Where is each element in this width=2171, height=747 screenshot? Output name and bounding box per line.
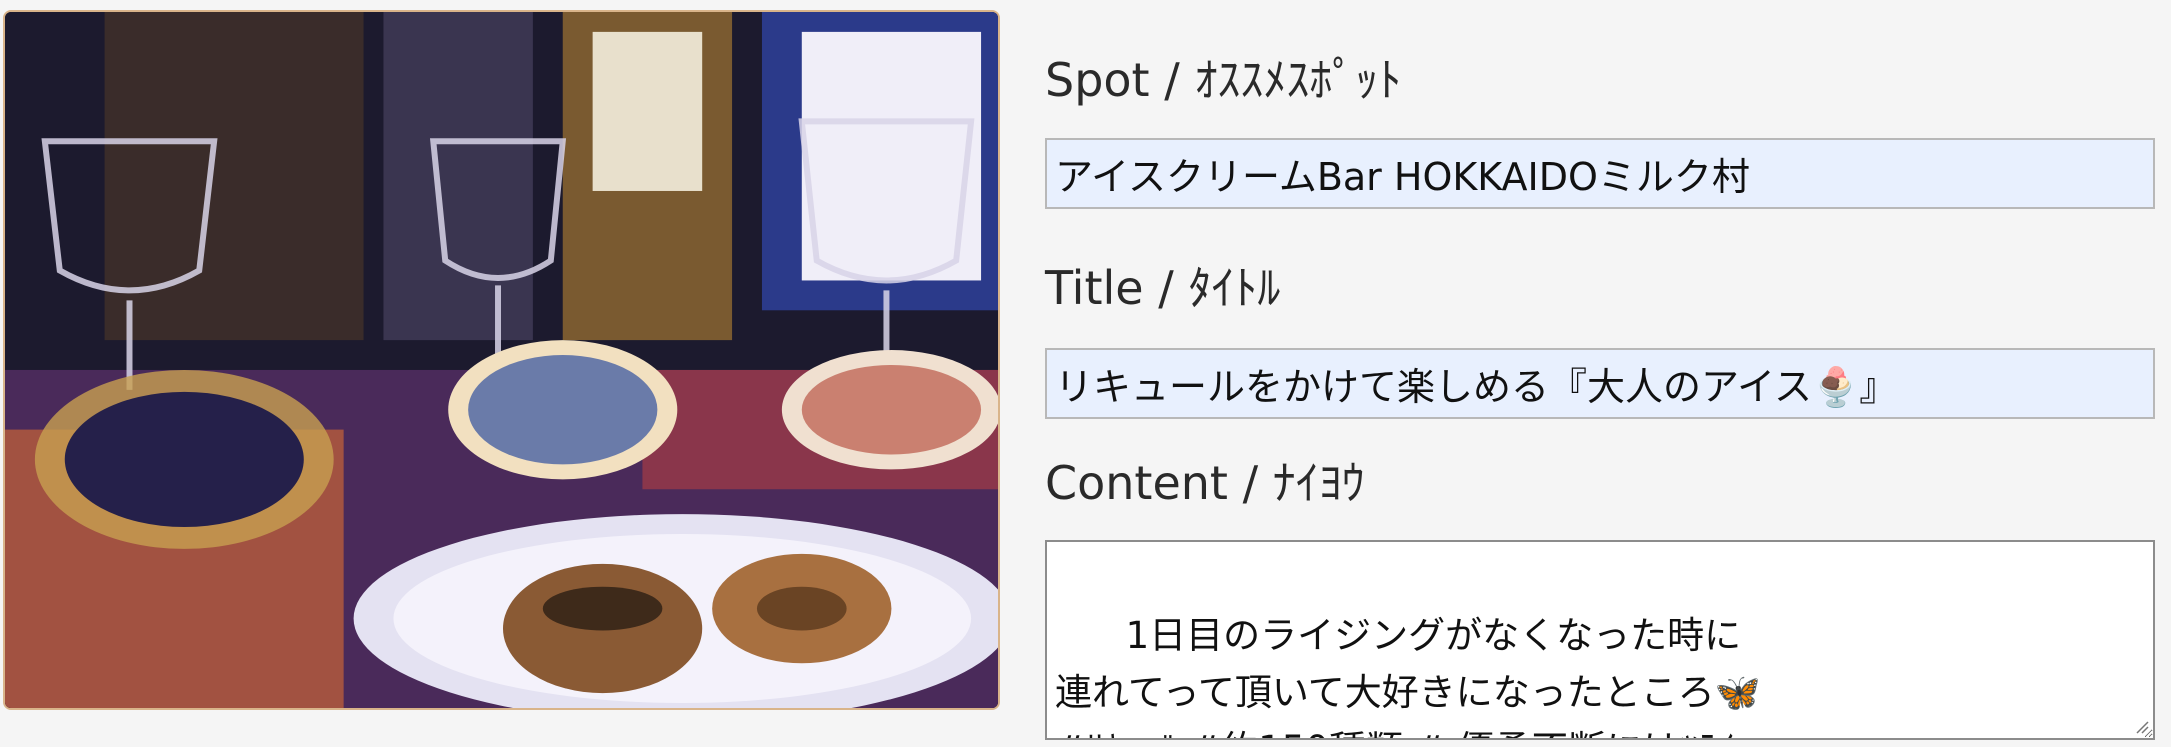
post-form: Spot / ｵｽｽﾒｽﾎﾟｯﾄ Title / ﾀｲﾄﾙ Content / … xyxy=(1045,0,2155,747)
title-input[interactable] xyxy=(1045,348,2155,419)
spot-input[interactable] xyxy=(1045,138,2155,209)
spot-label: Spot / ｵｽｽﾒｽﾎﾟｯﾄ xyxy=(1045,53,1402,107)
resize-grip-icon[interactable] xyxy=(2135,720,2149,734)
content-label: Content / ﾅｲﾖｳ xyxy=(1045,456,1365,510)
content-textarea[interactable]: 1日目のライジングがなくなった時に 連れてって頂いて大好きになったところ🦋 #ﾘ… xyxy=(1045,540,2155,740)
post-photo[interactable] xyxy=(3,10,1000,710)
post-editor: Spot / ｵｽｽﾒｽﾎﾟｯﾄ Title / ﾀｲﾄﾙ Content / … xyxy=(0,0,2171,747)
title-label: Title / ﾀｲﾄﾙ xyxy=(1045,261,1281,315)
content-text: 1日目のライジングがなくなった時に 連れてって頂いて大好きになったところ🦋 #ﾘ… xyxy=(1055,614,1761,738)
photo-image xyxy=(5,12,998,708)
